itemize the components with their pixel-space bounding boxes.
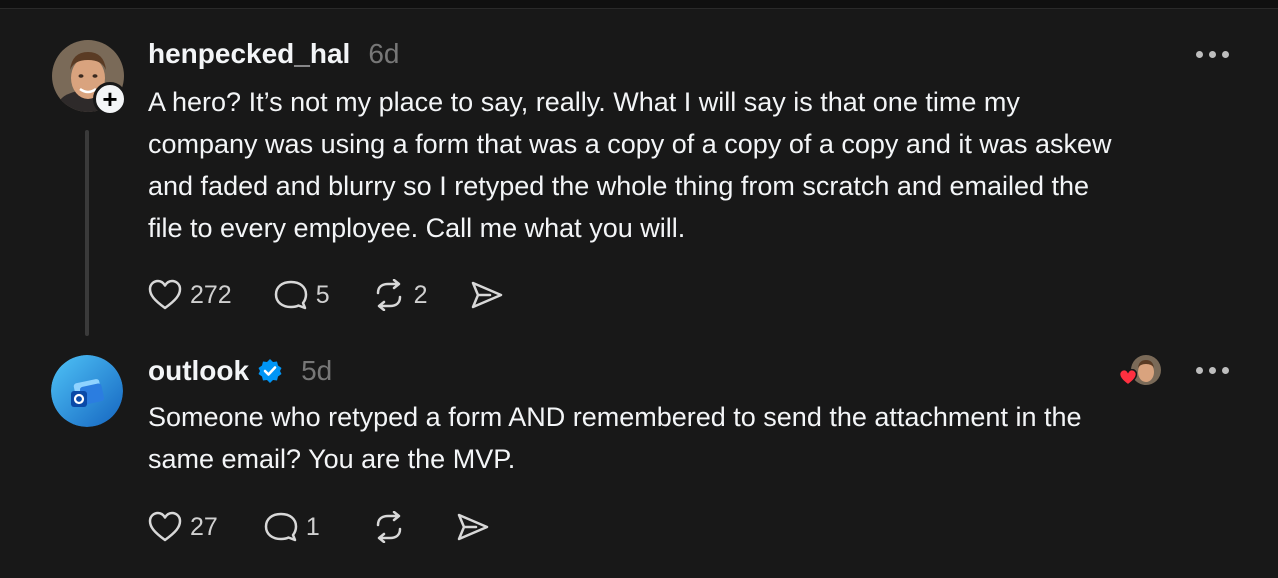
more-icon[interactable] bbox=[1196, 367, 1229, 374]
reply-button[interactable]: 1 bbox=[264, 511, 320, 543]
outlook-logo-avatar[interactable] bbox=[51, 355, 123, 427]
comment-icon bbox=[264, 512, 298, 542]
share-icon bbox=[457, 513, 488, 541]
like-button[interactable]: 272 bbox=[148, 279, 232, 311]
timestamp[interactable]: 6d bbox=[368, 38, 399, 70]
top-divider bbox=[0, 0, 1278, 9]
heart-icon bbox=[1119, 369, 1137, 386]
repost-button[interactable]: 2 bbox=[372, 279, 428, 311]
reply-count: 1 bbox=[305, 512, 320, 541]
action-bar: 27 1 bbox=[148, 511, 532, 543]
username[interactable]: outlook bbox=[148, 355, 249, 387]
thread-line bbox=[85, 130, 89, 336]
post-header: henpecked_hal 6d bbox=[148, 38, 399, 70]
share-icon bbox=[471, 281, 502, 309]
post-text: Someone who retyped a form AND remembere… bbox=[148, 402, 1082, 474]
like-button[interactable]: 27 bbox=[148, 511, 218, 543]
follow-plus-icon[interactable]: + bbox=[93, 82, 127, 116]
reply-button[interactable]: 5 bbox=[274, 279, 330, 311]
post-text: A hero? It’s not my place to say, really… bbox=[148, 87, 1112, 243]
heart-icon bbox=[148, 279, 182, 310]
repost-button[interactable] bbox=[372, 511, 406, 543]
more-icon[interactable] bbox=[1196, 51, 1229, 58]
repost-icon bbox=[376, 279, 401, 311]
action-bar: 272 5 2 bbox=[148, 279, 546, 311]
repost-count: 2 bbox=[413, 280, 428, 309]
timestamp[interactable]: 5d bbox=[301, 355, 332, 387]
share-button[interactable] bbox=[470, 279, 504, 311]
verified-icon bbox=[258, 359, 282, 383]
repost-icon bbox=[376, 511, 401, 543]
share-button[interactable] bbox=[456, 511, 490, 543]
post-header: outlook 5d bbox=[148, 354, 332, 387]
like-count: 272 bbox=[190, 280, 232, 309]
reply-count: 5 bbox=[315, 280, 330, 309]
like-count: 27 bbox=[190, 512, 218, 541]
username[interactable]: henpecked_hal bbox=[148, 38, 350, 70]
heart-icon bbox=[148, 511, 182, 542]
comment-icon bbox=[274, 280, 307, 310]
